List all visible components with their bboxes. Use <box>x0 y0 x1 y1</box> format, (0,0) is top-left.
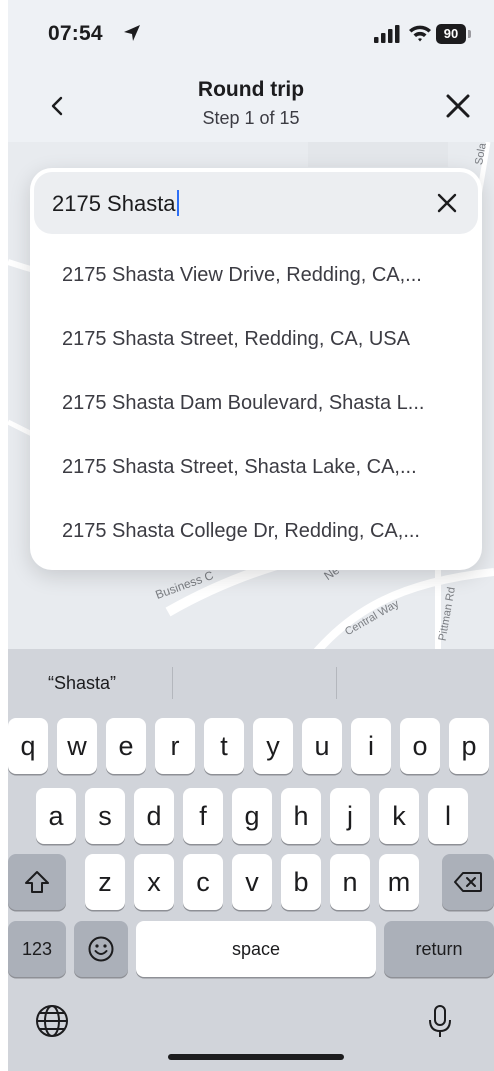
key-e[interactable]: e <box>106 718 146 774</box>
key-q[interactable]: q <box>8 718 48 774</box>
key-w[interactable]: w <box>57 718 97 774</box>
key-j[interactable]: j <box>330 788 370 844</box>
key-y[interactable]: y <box>253 718 293 774</box>
prediction-item[interactable]: “Shasta” <box>48 673 116 694</box>
cellular-signal-icon <box>374 25 400 43</box>
key-c[interactable]: c <box>183 854 223 910</box>
key-z[interactable]: z <box>85 854 125 910</box>
address-search-card: 2175 Shasta 2175 Shasta View Drive, Redd… <box>30 168 482 570</box>
suggestion-label: 2175 Shasta Street, Shasta Lake, CA,... <box>62 456 417 478</box>
suggestion-item[interactable]: 2175 Shasta Dam Boulevard, Shasta L... <box>30 372 482 434</box>
microphone-icon[interactable] <box>420 1001 460 1041</box>
numbers-key[interactable]: 123 <box>8 921 66 977</box>
key-m[interactable]: m <box>379 854 419 910</box>
page-title: Round trip <box>197 78 305 101</box>
app-screen: 07:54 90 Round trip Step 1 of 15 Sola Bu… <box>8 0 494 1071</box>
suggestion-item[interactable]: 2175 Shasta View Drive, Redding, CA,... <box>30 244 482 306</box>
suggestion-item[interactable]: 2175 Shasta Street, Redding, CA, USA <box>30 308 482 370</box>
key-i[interactable]: i <box>351 718 391 774</box>
key-g[interactable]: g <box>232 788 272 844</box>
close-icon[interactable] <box>440 88 476 124</box>
key-d[interactable]: d <box>134 788 174 844</box>
search-value: 2175 Shasta <box>52 190 179 217</box>
predictive-bar: “Shasta” <box>8 649 494 717</box>
prediction-divider <box>336 667 337 699</box>
shift-key[interactable] <box>8 854 66 910</box>
key-b[interactable]: b <box>281 854 321 910</box>
key-r[interactable]: r <box>155 718 195 774</box>
status-bar: 07:54 90 <box>8 0 494 60</box>
key-t[interactable]: t <box>204 718 244 774</box>
text-caret <box>176 190 179 216</box>
search-text: 2175 Shasta <box>52 191 176 216</box>
suggestion-item[interactable]: 2175 Shasta Street, Shasta Lake, CA,... <box>30 436 482 498</box>
key-n[interactable]: n <box>330 854 370 910</box>
keyboard: “Shasta” q w e r t y u i o p a s d f g h… <box>8 649 494 1071</box>
suggestion-item[interactable]: 2175 Shasta College Dr, Redding, CA,... <box>30 500 482 562</box>
key-s[interactable]: s <box>85 788 125 844</box>
key-p[interactable]: p <box>449 718 489 774</box>
battery-nub <box>468 30 471 38</box>
wifi-icon <box>409 25 431 42</box>
key-x[interactable]: x <box>134 854 174 910</box>
emoji-icon <box>88 936 114 962</box>
key-h[interactable]: h <box>281 788 321 844</box>
globe-icon[interactable] <box>32 1001 72 1041</box>
step-indicator: Step 1 of 15 <box>202 108 300 128</box>
battery-indicator: 90 <box>436 24 472 44</box>
key-a[interactable]: a <box>36 788 76 844</box>
suggestion-label: 2175 Shasta View Drive, Redding, CA,... <box>62 264 422 286</box>
home-indicator <box>168 1054 344 1060</box>
key-u[interactable]: u <box>302 718 342 774</box>
clear-icon[interactable] <box>434 190 460 216</box>
battery-level: 90 <box>436 24 466 44</box>
header: Round trip Step 1 of 15 <box>8 66 494 146</box>
shift-icon <box>25 871 49 893</box>
status-time: 07:54 <box>48 22 103 45</box>
key-f[interactable]: f <box>183 788 223 844</box>
search-input[interactable]: 2175 Shasta <box>34 172 478 234</box>
suggestion-label: 2175 Shasta Street, Redding, CA, USA <box>62 328 410 350</box>
return-key[interactable]: return <box>384 921 494 977</box>
suggestion-label: 2175 Shasta College Dr, Redding, CA,... <box>62 520 420 542</box>
suggestion-label: 2175 Shasta Dam Boulevard, Shasta L... <box>62 392 425 414</box>
prediction-divider <box>172 667 173 699</box>
key-l[interactable]: l <box>428 788 468 844</box>
key-v[interactable]: v <box>232 854 272 910</box>
delete-key[interactable] <box>442 854 494 910</box>
emoji-key[interactable] <box>74 921 128 977</box>
location-arrow-icon <box>124 25 140 41</box>
space-key[interactable]: space <box>136 921 376 977</box>
delete-icon <box>454 872 482 892</box>
key-o[interactable]: o <box>400 718 440 774</box>
key-k[interactable]: k <box>379 788 419 844</box>
